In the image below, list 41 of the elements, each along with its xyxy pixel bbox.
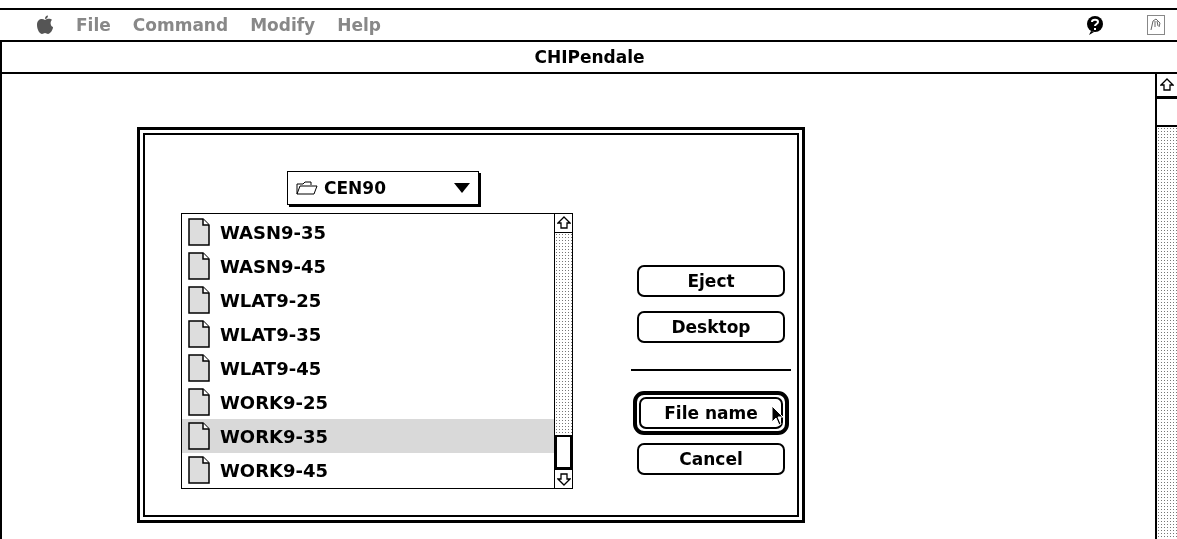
file-name: WORK9-35 (220, 425, 328, 447)
file-name: WORK9-45 (220, 459, 328, 481)
file-row[interactable]: WORK9-45 (182, 453, 554, 487)
arrow-cursor-icon (771, 405, 785, 427)
file-row[interactable]: WASN9-45 (182, 249, 554, 283)
document-icon (188, 422, 210, 450)
dialog-button[interactable]: Cancel (637, 443, 785, 475)
document-icon (188, 456, 210, 484)
file-name-button[interactable]: File name (639, 397, 783, 429)
scroll-down-arrow-icon[interactable] (556, 472, 571, 486)
file-row[interactable]: WORK9-25 (182, 385, 554, 419)
application-menu-icon[interactable] (1147, 15, 1165, 35)
scroll-thumb[interactable] (1157, 97, 1177, 127)
file-row[interactable]: WLAT9-35 (182, 317, 554, 351)
file-name: WLAT9-45 (220, 357, 322, 379)
document-icon (188, 354, 210, 382)
file-name: WASN9-45 (220, 255, 327, 277)
scroll-up-arrow-icon[interactable] (1160, 78, 1174, 92)
file-name: WASN9-35 (220, 221, 327, 243)
document-icon (188, 320, 210, 348)
file-name: WLAT9-25 (220, 289, 322, 311)
file-row[interactable]: WLAT9-25 (182, 283, 554, 317)
document-icon (188, 286, 210, 314)
help-balloon-icon[interactable] (1085, 15, 1105, 35)
file-name: WORK9-25 (220, 391, 328, 413)
dialog-button[interactable]: Desktop (637, 311, 785, 343)
file-row[interactable]: WLAT9-45 (182, 351, 554, 385)
window-title: CHIPendale (534, 47, 645, 67)
file-name: WLAT9-35 (220, 323, 322, 345)
scroll-up-arrow-icon[interactable] (556, 216, 571, 230)
file-row[interactable]: WORK9-35 (182, 419, 554, 453)
folder-icon (296, 181, 318, 195)
file-row[interactable]: WASN9-35 (182, 215, 554, 249)
apple-logo-icon[interactable] (36, 15, 54, 35)
document-icon (188, 218, 210, 246)
dialog-button[interactable]: Eject (637, 265, 785, 297)
dropdown-triangle-icon (454, 183, 470, 193)
scroll-thumb[interactable] (555, 435, 572, 469)
folder-popup[interactable]: CEN90 (287, 171, 479, 205)
document-icon (188, 252, 210, 280)
document-icon (188, 388, 210, 416)
